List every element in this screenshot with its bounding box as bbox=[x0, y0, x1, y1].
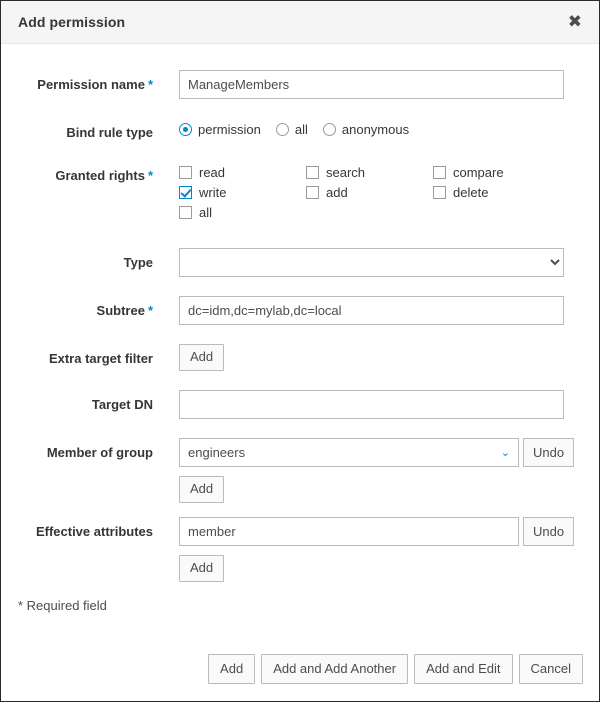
dialog-header: Add permission ✖ bbox=[1, 1, 599, 44]
bind-rule-type-control: permission all anonymous bbox=[153, 118, 566, 137]
type-select[interactable] bbox=[179, 248, 564, 277]
member-of-group-combobox[interactable]: engineers ⌄ bbox=[179, 438, 519, 467]
radio-anonymous-label: anonymous bbox=[341, 122, 410, 137]
checkbox-compare-box bbox=[433, 166, 446, 179]
subtree-control bbox=[153, 296, 566, 325]
close-icon[interactable]: ✖ bbox=[567, 13, 583, 31]
checkbox-write-box bbox=[179, 186, 192, 199]
subtree-label: Subtree * bbox=[1, 296, 153, 320]
granted-rights-checkbox-grid: read search compare write add delete all bbox=[179, 161, 566, 220]
radio-anonymous[interactable]: anonymous bbox=[322, 122, 410, 137]
field-row-effective-attributes: Effective attributes Undo Add bbox=[1, 517, 575, 582]
field-row-permission-name: Permission name * bbox=[1, 70, 566, 99]
checkbox-all-box bbox=[179, 206, 192, 219]
field-row-granted-rights: Granted rights * read search compare wri… bbox=[1, 161, 566, 225]
checkbox-read-label: read bbox=[199, 165, 226, 180]
checkbox-add-box bbox=[306, 186, 319, 199]
member-of-group-label: Member of group bbox=[46, 445, 153, 460]
checkbox-delete-label: delete bbox=[453, 185, 489, 200]
member-of-group-control: engineers ⌄ Undo Add bbox=[153, 438, 575, 503]
dialog-title: Add permission bbox=[18, 14, 126, 30]
member-of-group-combo-row: engineers ⌄ Undo bbox=[179, 438, 575, 467]
field-row-bind-rule-type: Bind rule type permission all anonymous bbox=[1, 118, 566, 142]
target-dn-input[interactable] bbox=[179, 390, 564, 419]
member-of-group-add-wrap: Add bbox=[179, 476, 574, 503]
add-button[interactable]: Add bbox=[208, 654, 256, 684]
effective-attributes-add-wrap: Add bbox=[179, 555, 574, 582]
radio-permission[interactable]: permission bbox=[179, 122, 261, 137]
radio-all-icon bbox=[275, 123, 289, 136]
member-of-group-undo-button[interactable]: Undo bbox=[523, 438, 575, 467]
checkbox-add[interactable]: add bbox=[306, 185, 433, 200]
field-row-target-dn: Target DN bbox=[1, 390, 566, 419]
chevron-down-icon[interactable]: ⌄ bbox=[501, 447, 510, 458]
target-dn-label: Target DN bbox=[91, 397, 153, 412]
checkbox-read[interactable]: read bbox=[179, 165, 306, 180]
checkbox-search-label: search bbox=[326, 165, 366, 180]
field-row-extra-target-filter: Extra target filter Add bbox=[1, 344, 566, 371]
checkbox-all[interactable]: all bbox=[179, 205, 306, 220]
member-of-group-add-button[interactable]: Add bbox=[179, 476, 225, 503]
checkbox-read-box bbox=[179, 166, 192, 179]
field-row-member-of-group: Member of group engineers ⌄ Undo Add bbox=[1, 438, 575, 503]
required-field-note: * Required field bbox=[18, 598, 107, 613]
radio-permission-label: permission bbox=[198, 122, 261, 137]
subtree-input[interactable] bbox=[179, 296, 564, 325]
bind-rule-type-radio-group: permission all anonymous bbox=[179, 118, 566, 137]
field-row-type: Type bbox=[1, 248, 566, 277]
dialog-footer: Add Add and Add Another Add and Edit Can… bbox=[1, 654, 599, 701]
effective-attributes-add-button[interactable]: Add bbox=[179, 555, 225, 582]
permission-name-input[interactable] bbox=[179, 70, 564, 99]
permission-name-control bbox=[153, 70, 566, 99]
effective-attributes-undo-button[interactable]: Undo bbox=[523, 517, 575, 546]
cancel-button[interactable]: Cancel bbox=[518, 654, 583, 684]
radio-anonymous-icon bbox=[322, 123, 336, 136]
permission-name-label-text: Permission name bbox=[37, 77, 145, 92]
field-row-subtree: Subtree * bbox=[1, 296, 566, 325]
granted-rights-row: all bbox=[179, 205, 566, 220]
add-permission-dialog: Add permission ✖ Permission name* Bind r… bbox=[0, 0, 600, 702]
checkbox-all-label: all bbox=[199, 205, 213, 220]
checkbox-compare[interactable]: compare bbox=[433, 165, 560, 180]
checkbox-add-label: add bbox=[326, 185, 348, 200]
extra-target-filter-add-button[interactable]: Add bbox=[179, 344, 225, 371]
permission-name-label: Permission name * bbox=[1, 70, 153, 94]
granted-rights-control: read search compare write add delete all bbox=[153, 161, 566, 225]
extra-target-filter-control: Add bbox=[153, 344, 566, 371]
checkbox-search[interactable]: search bbox=[306, 165, 433, 180]
checkbox-compare-label: compare bbox=[453, 165, 504, 180]
dialog-body: Permission name* Bind rule type permissi… bbox=[1, 44, 599, 654]
bind-rule-type-label: Bind rule type bbox=[66, 125, 153, 140]
granted-rights-label: Granted rights * bbox=[1, 161, 153, 185]
type-label: Type bbox=[123, 255, 153, 270]
radio-permission-icon bbox=[179, 123, 192, 136]
checkbox-write[interactable]: write bbox=[179, 185, 306, 200]
extra-target-filter-label: Extra target filter bbox=[48, 351, 153, 366]
add-and-edit-button[interactable]: Add and Edit bbox=[414, 654, 513, 684]
radio-all-label: all bbox=[294, 122, 308, 137]
checkbox-delete-box bbox=[433, 186, 446, 199]
granted-rights-row: read search compare bbox=[179, 165, 566, 180]
radio-all[interactable]: all bbox=[275, 122, 308, 137]
checkbox-delete[interactable]: delete bbox=[433, 185, 560, 200]
effective-attributes-row: Undo bbox=[179, 517, 575, 546]
effective-attributes-control: Undo Add bbox=[153, 517, 575, 582]
effective-attributes-input[interactable] bbox=[179, 517, 519, 546]
granted-rights-row: write add delete bbox=[179, 185, 566, 200]
member-of-group-value: engineers bbox=[188, 445, 246, 460]
target-dn-control bbox=[153, 390, 566, 419]
checkbox-write-label: write bbox=[199, 185, 227, 200]
checkbox-search-box bbox=[306, 166, 319, 179]
effective-attributes-label: Effective attributes bbox=[35, 524, 153, 539]
add-and-add-another-button[interactable]: Add and Add Another bbox=[261, 654, 409, 684]
subtree-label-text: Subtree bbox=[96, 303, 145, 318]
type-control bbox=[153, 248, 566, 277]
granted-rights-label-text: Granted rights bbox=[55, 168, 145, 183]
